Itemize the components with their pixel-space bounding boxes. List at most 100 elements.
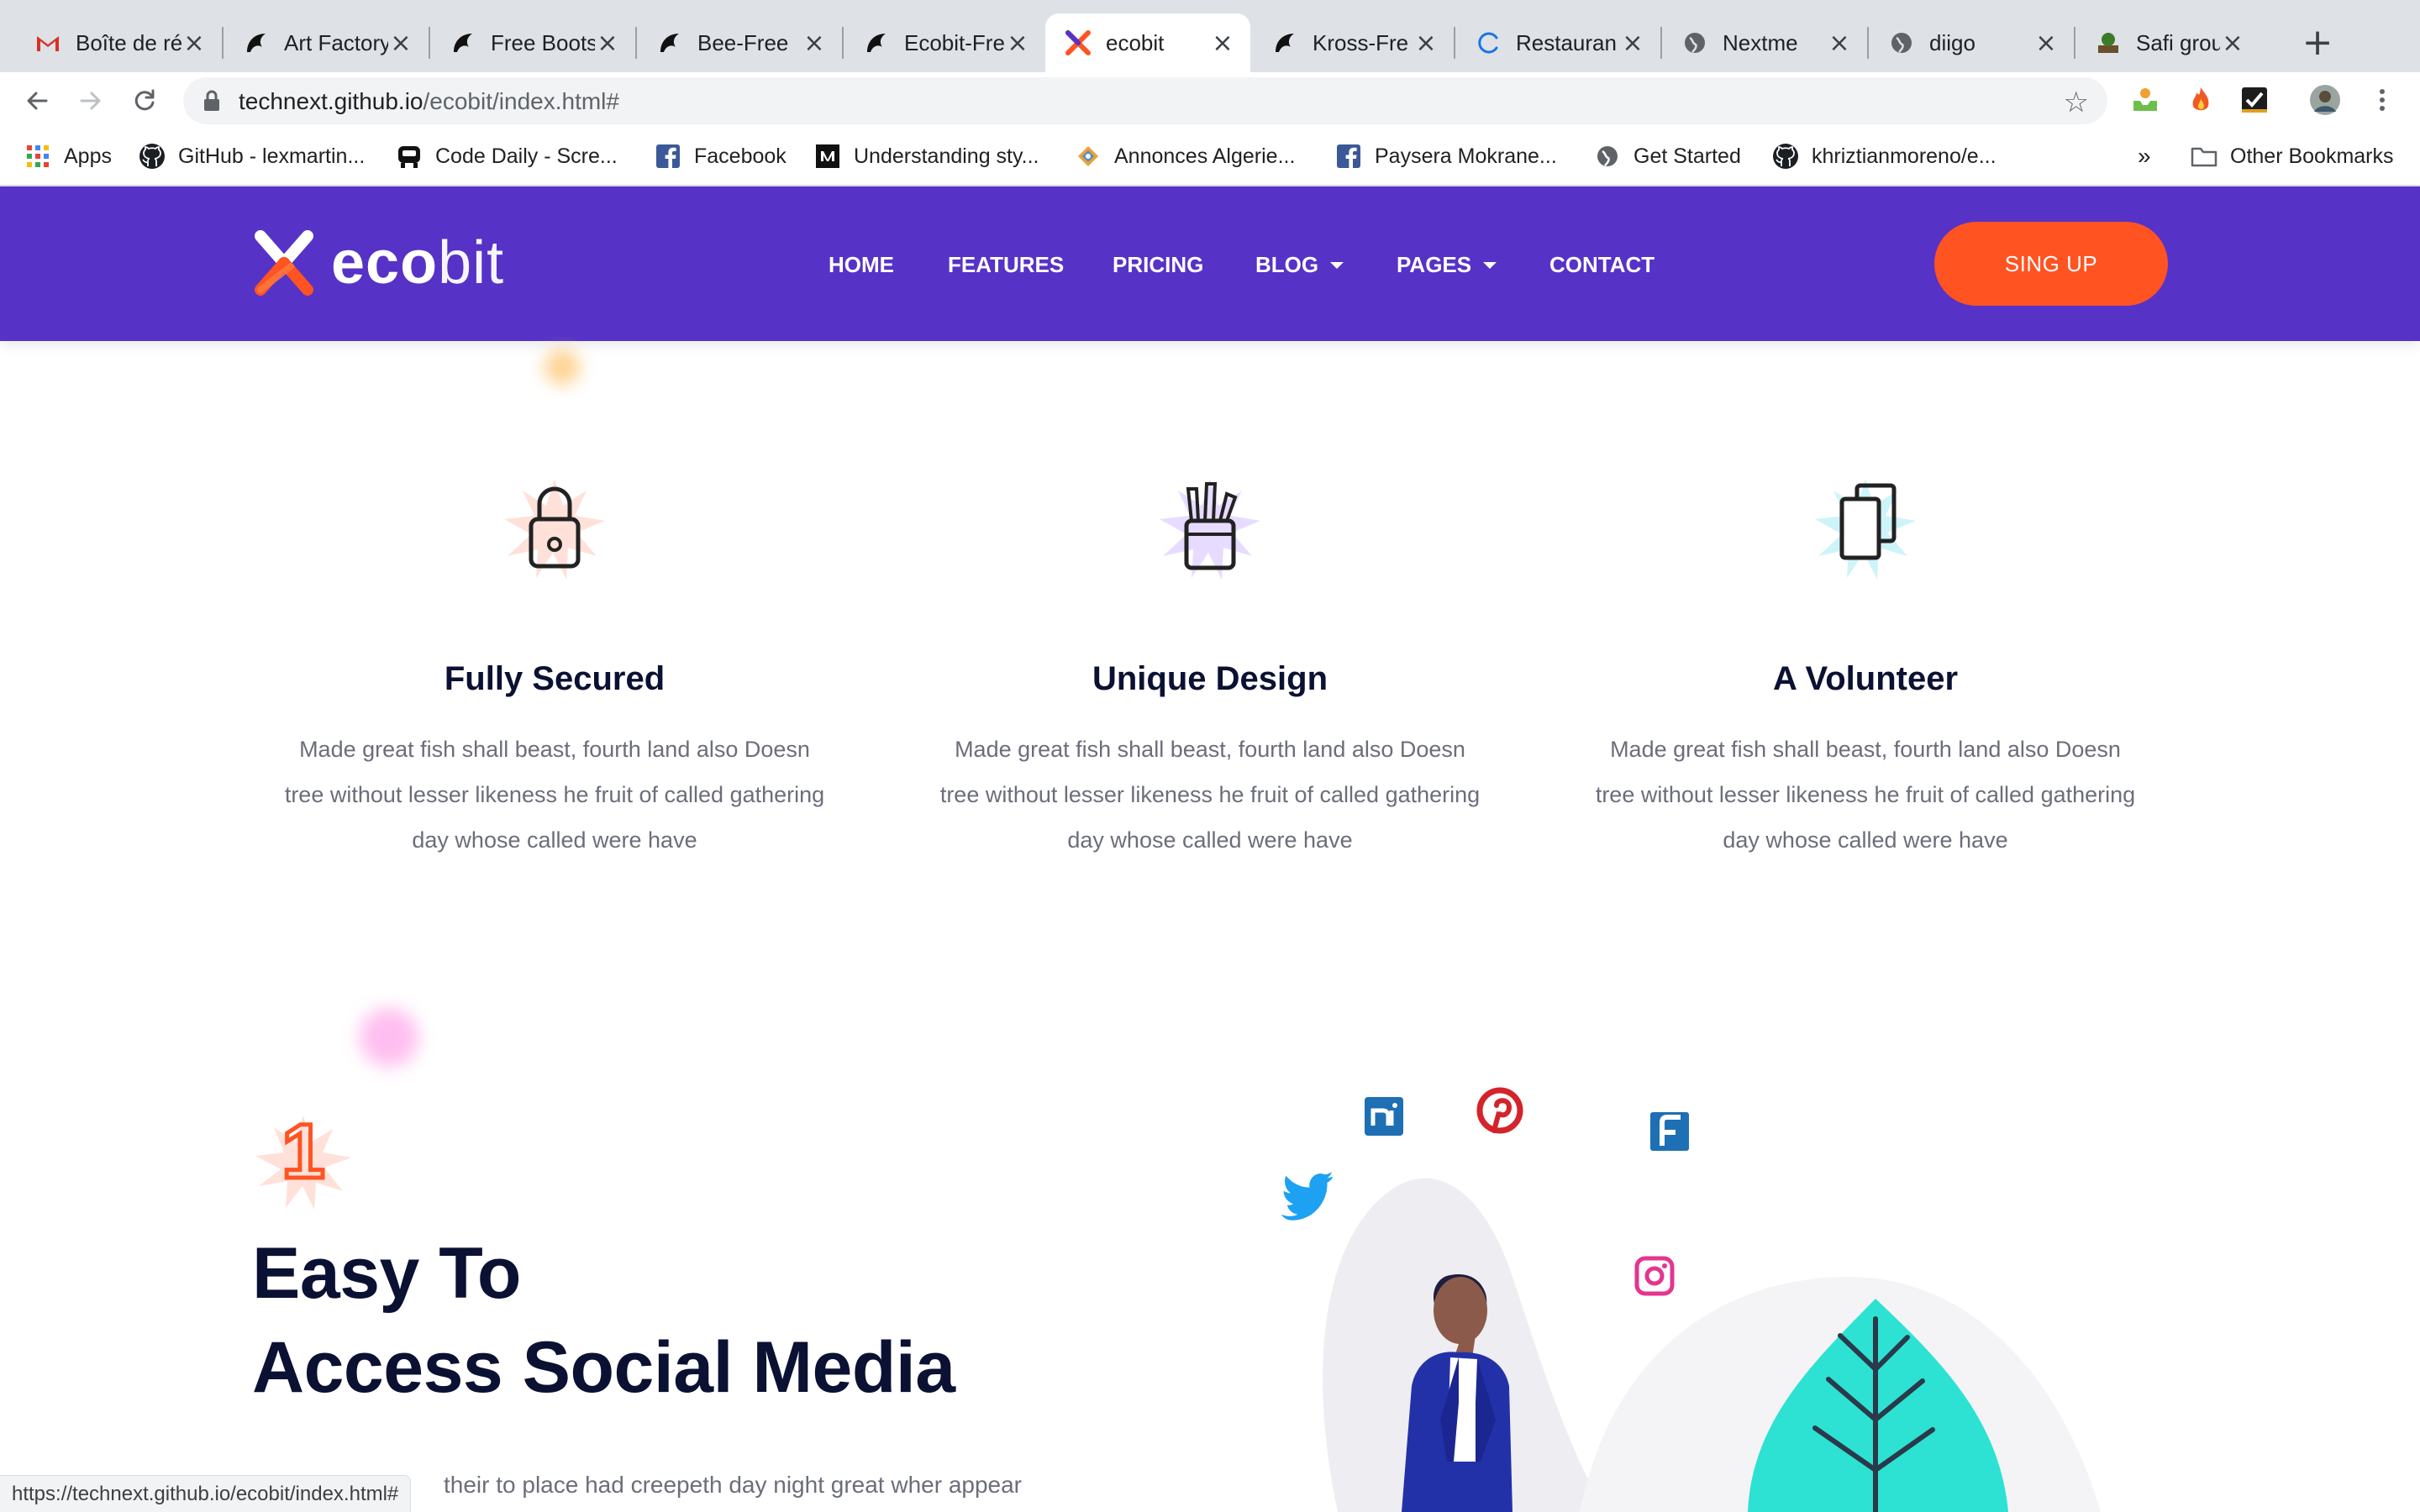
forward-button[interactable] bbox=[72, 82, 109, 119]
bookmark-paysera[interactable]: Paysera Mokrane... bbox=[1334, 141, 1557, 171]
back-button[interactable] bbox=[18, 82, 55, 119]
site-logo[interactable]: ecobit bbox=[252, 228, 504, 297]
browser-tab[interactable]: Boîte de ré × bbox=[15, 13, 222, 72]
facebook-icon bbox=[1334, 142, 1363, 171]
instagram-icon bbox=[1634, 1256, 1675, 1296]
nav-pricing[interactable]: PRICING bbox=[1113, 252, 1203, 278]
overflow-chevron-icon: » bbox=[2138, 143, 2151, 169]
close-icon[interactable]: × bbox=[388, 29, 413, 58]
close-icon[interactable]: × bbox=[1620, 29, 1645, 58]
browser-tab[interactable]: Bee-Free × bbox=[637, 13, 842, 72]
apps-grid-icon bbox=[24, 142, 52, 171]
browser-tab[interactable]: Safi group × bbox=[2075, 13, 2260, 72]
close-icon[interactable]: × bbox=[1413, 29, 1439, 58]
nav-contact[interactable]: CONTACT bbox=[1549, 252, 1655, 278]
bookmark-annonces[interactable]: Annonces Algerie... bbox=[1074, 141, 1295, 171]
browser-tab[interactable]: Art Factory × bbox=[224, 13, 429, 72]
bookmark-label: Apps bbox=[64, 144, 112, 168]
safi-icon bbox=[2094, 29, 2123, 57]
close-icon[interactable]: × bbox=[1005, 29, 1030, 58]
logo-text-bold: eco bbox=[331, 229, 439, 297]
documents-icon bbox=[1790, 454, 1941, 605]
bookmark-medium[interactable]: Understanding sty... bbox=[813, 141, 1039, 171]
browser-tab-active[interactable]: ecobit × bbox=[1045, 13, 1250, 72]
extension-checklist-icon[interactable] bbox=[2238, 84, 2270, 116]
decorative-blur-dot bbox=[544, 349, 580, 385]
title-line-1: Easy To bbox=[252, 1233, 521, 1314]
browser-tab[interactable]: diigo × bbox=[1869, 13, 2074, 72]
bookmarks-bar: Apps GitHub - lexmartin... Code Daily - … bbox=[0, 128, 2420, 186]
bookmark-star-icon[interactable]: ☆ bbox=[2064, 86, 2089, 119]
bookmark-apps[interactable]: Apps bbox=[24, 141, 112, 171]
bookmark-label: Code Daily - Scre... bbox=[435, 144, 618, 168]
tab-title: ecobit bbox=[1106, 29, 1165, 55]
profile-avatar[interactable] bbox=[2309, 84, 2341, 116]
bookmark-codedaily[interactable]: Code Daily - Scre... bbox=[395, 141, 618, 171]
bookmarks-overflow-button[interactable]: » bbox=[2138, 141, 2151, 171]
colorlib-icon bbox=[449, 29, 477, 57]
browser-tab[interactable]: Ecobit-Fre × bbox=[844, 13, 1045, 72]
nav-label: BLOG bbox=[1255, 252, 1319, 277]
browser-tab[interactable]: Free Boots × bbox=[430, 13, 635, 72]
tab-title: Art Factory bbox=[284, 29, 388, 55]
facebook-icon bbox=[654, 142, 682, 171]
new-tab-button[interactable]: + bbox=[2297, 21, 2338, 64]
tab-title: Nextme bbox=[1723, 29, 1798, 55]
url-host: technext.github.io bbox=[239, 88, 424, 114]
signup-button[interactable]: SING UP bbox=[1934, 222, 2168, 306]
more-vert-icon[interactable] bbox=[2370, 84, 2395, 116]
colorlib-icon bbox=[862, 29, 891, 57]
bookmark-label: Facebook bbox=[694, 144, 786, 168]
nav-home[interactable]: HOME bbox=[829, 252, 894, 278]
browser-tab[interactable]: Nextme × bbox=[1662, 13, 1867, 72]
nav-label: PRICING bbox=[1113, 252, 1204, 277]
tab-title: Kross-Fre bbox=[1313, 29, 1409, 55]
bookmark-khriztianmoreno[interactable]: khriztianmoreno/e... bbox=[1771, 141, 1996, 171]
medium-icon bbox=[813, 142, 842, 171]
extension-fire-icon[interactable] bbox=[2185, 84, 2217, 116]
feature-title: Fully Secured bbox=[444, 660, 666, 697]
close-icon[interactable]: × bbox=[2033, 29, 2059, 58]
ecobit-icon bbox=[1064, 29, 1092, 57]
bookmark-label: Annonces Algerie... bbox=[1114, 144, 1296, 168]
arrow-right-icon bbox=[80, 92, 101, 110]
decorative-blur-dot bbox=[360, 1008, 418, 1067]
foursquare-icon bbox=[1650, 1112, 1689, 1151]
browser-tab[interactable]: Kross-Fre × bbox=[1252, 13, 1454, 72]
close-icon[interactable]: × bbox=[595, 29, 620, 58]
nav-pages[interactable]: PAGES bbox=[1397, 252, 1497, 278]
reload-button[interactable] bbox=[126, 82, 163, 119]
tab-title: Ecobit-Fre bbox=[904, 29, 1005, 55]
browser-tab[interactable]: Restauran × bbox=[1455, 13, 1660, 72]
close-icon[interactable]: × bbox=[802, 29, 827, 58]
number-badge-icon: 1 bbox=[249, 1104, 358, 1213]
bookmark-label: Get Started bbox=[1634, 144, 1741, 168]
tab-title: diigo bbox=[1929, 29, 1975, 55]
bookmark-github[interactable]: GitHub - lexmartin... bbox=[138, 141, 365, 171]
arrow-left-icon bbox=[27, 92, 48, 110]
address-bar[interactable]: technext.github.io/ecobit/index.html# ☆ bbox=[183, 77, 2107, 124]
close-icon[interactable]: × bbox=[182, 29, 207, 58]
globe-icon bbox=[1681, 29, 1709, 57]
feature-card: Fully Secured Made great fish shall beas… bbox=[277, 454, 832, 863]
status-url: https://technext.github.io/ecobit/index.… bbox=[12, 1482, 399, 1505]
lock-icon[interactable] bbox=[202, 89, 222, 117]
other-bookmarks[interactable]: Other Bookmarks bbox=[2190, 141, 2394, 171]
colorlib-icon bbox=[655, 29, 684, 57]
feature-title: Unique Design bbox=[1092, 660, 1328, 697]
bookmark-get-started[interactable]: Get Started bbox=[1593, 141, 1741, 171]
extension-inbox-icon[interactable] bbox=[2129, 84, 2161, 116]
nav-blog[interactable]: BLOG bbox=[1255, 252, 1344, 278]
nav-features[interactable]: FEATURES bbox=[948, 252, 1064, 278]
browser-status-bar: https://technext.github.io/ecobit/index.… bbox=[0, 1475, 412, 1512]
close-icon[interactable]: × bbox=[1827, 29, 1852, 58]
social-illustration bbox=[1281, 1087, 2101, 1512]
bookmark-facebook[interactable]: Facebook bbox=[654, 141, 786, 171]
section-body-text: their to place had creepeth day night gr… bbox=[444, 1472, 1023, 1498]
folder-icon bbox=[2190, 142, 2218, 171]
tab-title: Free Boots bbox=[491, 29, 595, 55]
url-text[interactable]: technext.github.io/ecobit/index.html# bbox=[239, 88, 619, 115]
site-header: ecobit HOME FEATURES PRICING BLOG PAGES … bbox=[0, 186, 2420, 341]
close-icon[interactable]: × bbox=[1210, 29, 1235, 58]
close-icon[interactable]: × bbox=[2220, 29, 2245, 58]
